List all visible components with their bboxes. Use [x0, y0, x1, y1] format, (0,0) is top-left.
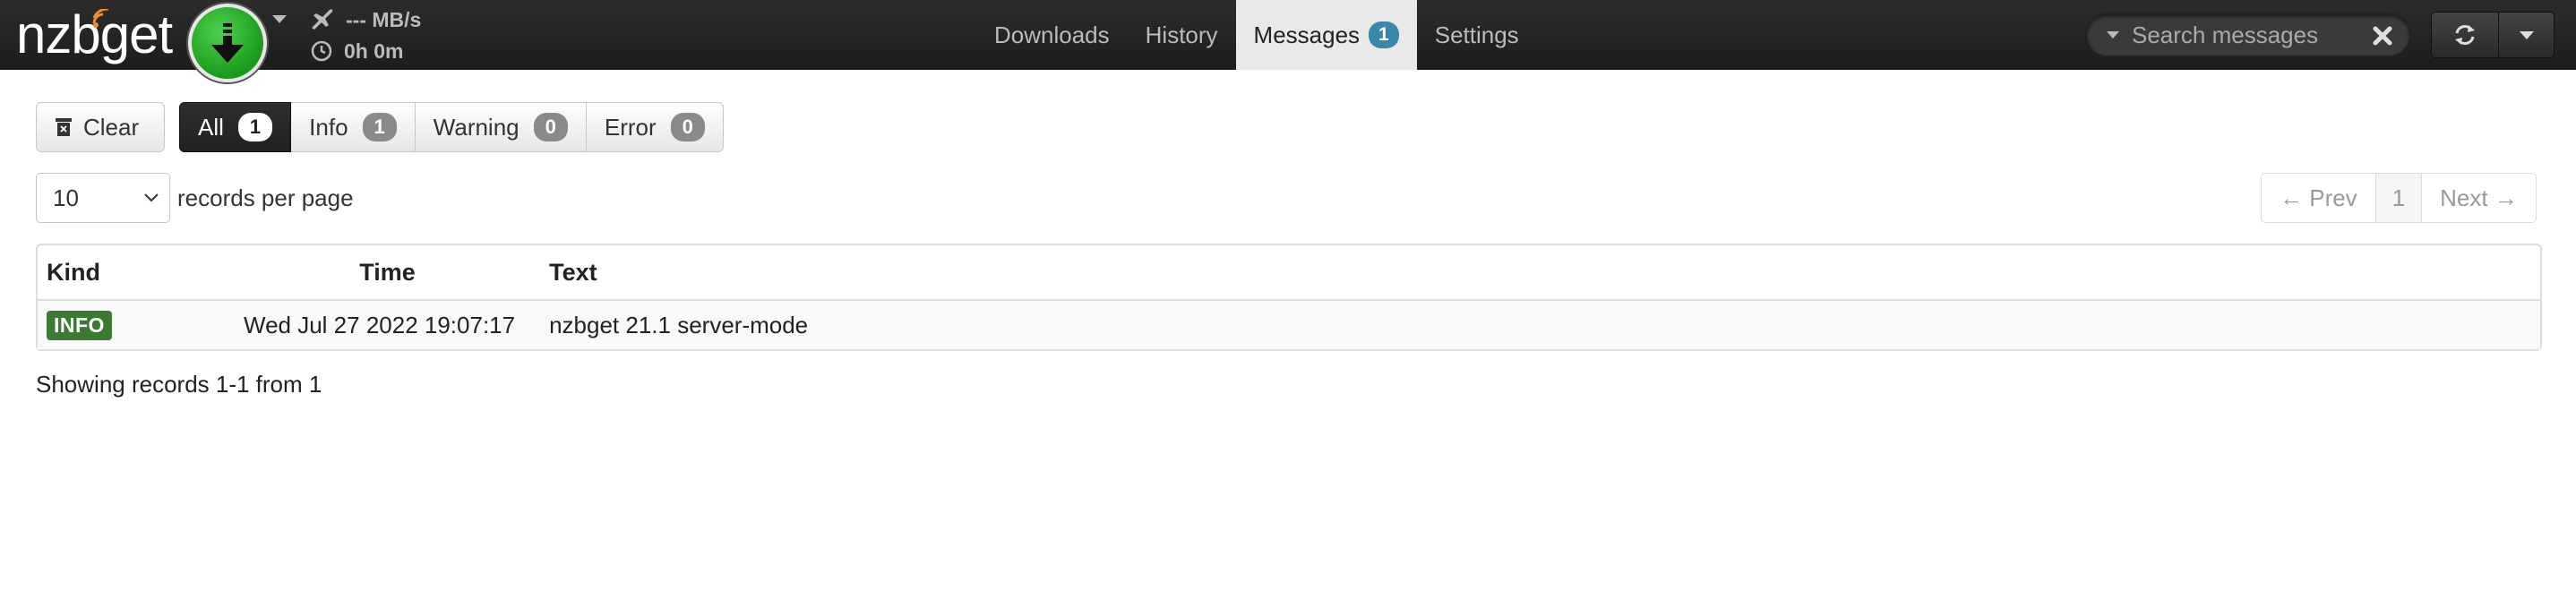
cell-time: Wed Jul 27 2022 19:07:17: [235, 299, 541, 349]
trash-icon: [56, 118, 72, 136]
play-menu-caret[interactable]: [272, 15, 287, 23]
messages-table: Kind Time Text INFO Wed Jul 27 2022 19:0…: [36, 244, 2542, 351]
wifi-wave-icon: [92, 9, 109, 28]
filter-error-count: 0: [670, 113, 705, 141]
refresh-button[interactable]: [2431, 12, 2499, 58]
navbar: nz b get --- MB/s 0h 0m Downloads Histor…: [0, 0, 2576, 82]
prev-page-button[interactable]: ← Prev: [2261, 173, 2376, 223]
download-arrow-icon: [211, 23, 244, 63]
search-input[interactable]: [2132, 21, 2374, 49]
plane-icon: [312, 9, 333, 30]
filter-all-button[interactable]: All 1: [179, 102, 292, 152]
search-options-caret[interactable]: [2107, 31, 2119, 39]
records-per-page: 10 records per page: [36, 173, 354, 223]
kind-filter-group: All 1 Info 1 Warning 0 Error 0: [179, 102, 724, 152]
tab-downloads[interactable]: Downloads: [976, 0, 1128, 70]
kind-badge: INFO: [47, 310, 112, 340]
status-panel[interactable]: --- MB/s 0h 0m: [310, 7, 421, 70]
tab-history[interactable]: History: [1128, 0, 1236, 70]
pagination: ← Prev 1 Next →: [2261, 173, 2537, 223]
current-page-button[interactable]: 1: [2375, 173, 2423, 223]
filter-info-button[interactable]: Info 1: [291, 102, 416, 152]
clear-button[interactable]: Clear: [36, 102, 165, 152]
table-row: INFO Wed Jul 27 2022 19:07:17 nzbget 21.…: [38, 299, 2540, 349]
column-header-kind: Kind: [47, 258, 100, 286]
refresh-menu-button[interactable]: [2499, 12, 2555, 58]
brand-prefix: nz: [16, 4, 72, 64]
filter-info-count: 1: [362, 113, 397, 141]
tab-messages[interactable]: Messages 1: [1235, 0, 1417, 70]
filter-warning-count: 0: [533, 113, 568, 141]
cell-text: nzbget 21.1 server-mode: [540, 299, 2540, 349]
column-header-text: Text: [549, 258, 597, 286]
records-per-page-select[interactable]: 10: [36, 173, 170, 223]
search-box: [2085, 13, 2411, 57]
chevron-down-icon: [2519, 30, 2534, 39]
records-per-page-label: records per page: [177, 184, 354, 211]
clock-icon: [311, 40, 332, 62]
cell-kind: INFO: [38, 299, 235, 349]
clear-label: Clear: [83, 113, 140, 141]
tab-settings[interactable]: Settings: [1417, 0, 1537, 70]
table-header-row: Kind Time Text: [38, 245, 2540, 299]
filter-warning-button[interactable]: Warning 0: [415, 102, 587, 152]
messages-count-badge: 1: [1369, 21, 1399, 48]
speed-value: --- MB/s: [346, 7, 422, 31]
records-info: Showing records 1-1 from 1: [36, 371, 322, 398]
brand-logo[interactable]: nz b get: [16, 2, 173, 66]
close-icon[interactable]: [2372, 25, 2393, 47]
refresh-group: [2431, 12, 2555, 58]
chevron-down-icon: [144, 193, 159, 202]
time-left-value: 0h 0m: [344, 39, 404, 63]
filter-all-count: 1: [237, 113, 273, 141]
main-nav: Downloads History Messages 1 Settings: [976, 0, 1537, 70]
download-toggle-button[interactable]: [188, 4, 267, 82]
column-header-time: Time: [359, 258, 416, 286]
refresh-icon: [2455, 25, 2475, 45]
filter-error-button[interactable]: Error 0: [586, 102, 724, 152]
next-page-button[interactable]: Next →: [2422, 173, 2537, 223]
